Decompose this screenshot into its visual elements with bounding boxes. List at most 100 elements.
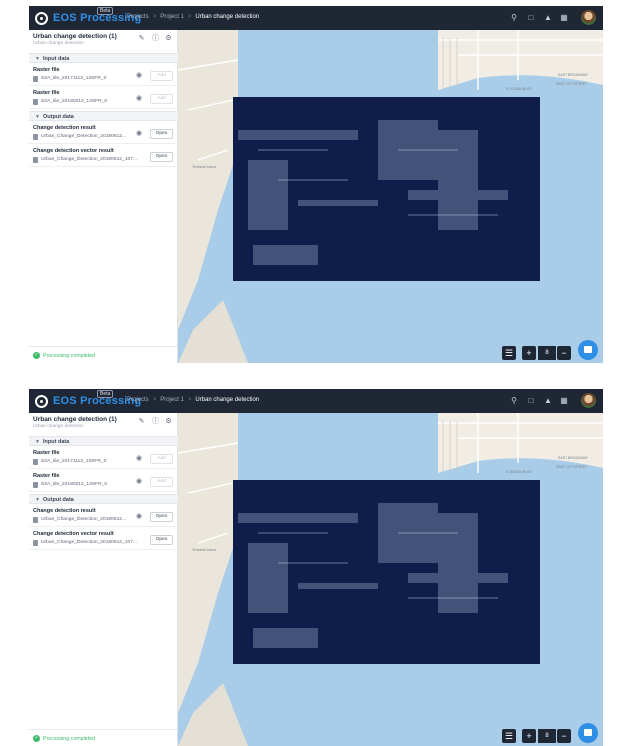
section-label: Output data bbox=[43, 114, 74, 120]
chevron-down-icon: ▼ bbox=[35, 497, 40, 503]
file-name: Urban_Change_Detection_20180612... bbox=[41, 134, 127, 139]
eye-icon[interactable]: ◉ bbox=[136, 95, 142, 102]
file-name: Urban_Change_Detection_20180612... bbox=[41, 517, 127, 522]
eye-icon[interactable]: ◉ bbox=[136, 72, 142, 79]
bell-icon[interactable]: ▲ bbox=[543, 396, 553, 406]
open-button[interactable]: Open bbox=[150, 512, 173, 522]
chevron-down-icon: ▼ bbox=[35, 439, 40, 445]
breadcrumb-projects[interactable]: Projects bbox=[127, 397, 149, 403]
page-subtitle: Urban change detection bbox=[33, 41, 84, 46]
file-name: Urban_Change_Detection_20180612_107... bbox=[41, 540, 137, 545]
list-item: Raster file S2A_tile_20180212_13SFR_0 ◉ … bbox=[29, 470, 178, 492]
screenshot-panel-top: EOS Processing Beta Projects > Project 1 > U… bbox=[29, 6, 603, 363]
map-view[interactable]: Terminal Island EAST BROADWAY EAST 1ST S… bbox=[178, 30, 603, 363]
avatar[interactable] bbox=[581, 393, 596, 408]
list-item: Raster file S2A_tile_20180212_13SFR_0 ◉ … bbox=[29, 87, 178, 109]
zoom-out-icon[interactable]: − bbox=[557, 729, 571, 743]
output-data-section[interactable]: ▼ Output data bbox=[29, 111, 178, 121]
beta-badge: Beta bbox=[97, 390, 114, 398]
zoom-out-icon[interactable]: − bbox=[557, 346, 571, 360]
input-data-section[interactable]: ▼ Input data bbox=[29, 53, 178, 63]
eye-icon[interactable]: ◉ bbox=[136, 455, 142, 462]
logo-icon[interactable] bbox=[35, 395, 48, 408]
info-icon[interactable]: ⓘ bbox=[151, 34, 160, 43]
map-label-ocean-blvd: E OCEAN BLVD bbox=[506, 470, 532, 474]
bell-icon[interactable]: ▲ bbox=[543, 13, 553, 23]
add-button[interactable]: Add bbox=[150, 477, 173, 487]
status-bar: ✓ Processing completed bbox=[29, 346, 178, 363]
chat-icon[interactable] bbox=[578, 340, 598, 360]
breadcrumb-separator: > bbox=[152, 397, 157, 403]
map-label-ocean-blvd: E OCEAN BLVD bbox=[506, 87, 532, 91]
breadcrumb-projects[interactable]: Projects bbox=[127, 14, 149, 20]
file-icon bbox=[33, 517, 38, 523]
row-label: Change detection result bbox=[33, 125, 96, 131]
map-canvas[interactable] bbox=[178, 30, 603, 363]
row-label: Raster file bbox=[33, 67, 60, 73]
layers-icon[interactable]: ☰ bbox=[502, 346, 516, 360]
file-icon bbox=[33, 99, 38, 105]
breadcrumb-current: Urban change detection bbox=[195, 397, 260, 403]
map-view[interactable]: Terminal Island EAST BROADWAY EAST 1ST S… bbox=[178, 413, 603, 746]
map-label-terminal-island: Terminal Island bbox=[192, 548, 216, 552]
zoom-level: 8 bbox=[538, 729, 556, 743]
breadcrumb: Projects > Project 1 > Urban change detectio… bbox=[127, 397, 259, 403]
input-data-section[interactable]: ▼ Input data bbox=[29, 436, 178, 446]
row-label: Raster file bbox=[33, 450, 60, 456]
edit-icon[interactable]: ✎ bbox=[137, 34, 146, 43]
open-button[interactable]: Open bbox=[150, 152, 173, 162]
file-icon bbox=[33, 157, 38, 163]
check-circle-icon: ✓ bbox=[33, 352, 40, 359]
open-button[interactable]: Open bbox=[150, 535, 173, 545]
map-label-terminal-island: Terminal Island bbox=[192, 165, 216, 169]
list-item: Raster file S2A_tile_20171113_13SFR_0 ◉ … bbox=[29, 447, 178, 469]
logo-icon[interactable] bbox=[35, 12, 48, 25]
zoom-level: 8 bbox=[538, 346, 556, 360]
check-circle-icon: ✓ bbox=[33, 735, 40, 742]
eye-icon[interactable]: ◉ bbox=[136, 513, 142, 520]
map-canvas[interactable] bbox=[178, 413, 603, 746]
add-button[interactable]: Add bbox=[150, 454, 173, 464]
zoom-in-icon[interactable]: + bbox=[522, 346, 536, 360]
info-icon[interactable]: ⓘ bbox=[151, 417, 160, 426]
breadcrumb: Projects > Project 1 > Urban change detectio… bbox=[127, 14, 259, 20]
status-text: Processing completed bbox=[43, 736, 96, 742]
map-label-1st-street: EAST 1ST STREET bbox=[556, 82, 588, 86]
beta-badge: Beta bbox=[97, 7, 114, 15]
search-icon[interactable]: ⚲ bbox=[509, 13, 519, 23]
list-item: Change detection vector result Urban_Cha… bbox=[29, 145, 178, 167]
add-button[interactable]: Add bbox=[150, 71, 173, 81]
page-title: Urban change detection (1) bbox=[33, 33, 117, 40]
edit-icon[interactable]: ✎ bbox=[137, 417, 146, 426]
fullscreen-icon[interactable]: □ bbox=[526, 396, 536, 406]
file-icon bbox=[33, 459, 38, 465]
row-label: Raster file bbox=[33, 90, 60, 96]
output-data-section[interactable]: ▼ Output data bbox=[29, 494, 178, 504]
page-title: Urban change detection (1) bbox=[33, 416, 117, 423]
list-item: Change detection vector result Urban_Cha… bbox=[29, 528, 178, 550]
search-icon[interactable]: ⚲ bbox=[509, 396, 519, 406]
avatar[interactable] bbox=[581, 10, 596, 25]
settings-icon[interactable]: ⚙ bbox=[164, 34, 173, 43]
breadcrumb-project[interactable]: Project 1 bbox=[160, 14, 184, 20]
apps-grid-icon[interactable]: ▦ bbox=[559, 396, 569, 406]
eye-icon[interactable]: ◉ bbox=[136, 478, 142, 485]
map-label-broadway: EAST BROADWAY bbox=[558, 73, 589, 77]
settings-icon[interactable]: ⚙ bbox=[164, 417, 173, 426]
breadcrumb-project[interactable]: Project 1 bbox=[160, 397, 184, 403]
file-icon bbox=[33, 134, 38, 140]
fullscreen-icon[interactable]: □ bbox=[526, 13, 536, 23]
file-icon bbox=[33, 76, 38, 82]
layers-icon[interactable]: ☰ bbox=[502, 729, 516, 743]
chat-icon[interactable] bbox=[578, 723, 598, 743]
list-item: Change detection result Urban_Change_Det… bbox=[29, 122, 178, 144]
apps-grid-icon[interactable]: ▦ bbox=[559, 13, 569, 23]
eye-icon[interactable]: ◉ bbox=[136, 130, 142, 137]
open-button[interactable]: Open bbox=[150, 129, 173, 139]
sidebar-panel: Urban change detection (1) Urban change … bbox=[29, 413, 178, 746]
file-name: Urban_Change_Detection_20180612_107... bbox=[41, 157, 137, 162]
row-label: Change detection vector result bbox=[33, 148, 114, 154]
zoom-in-icon[interactable]: + bbox=[522, 729, 536, 743]
add-button[interactable]: Add bbox=[150, 94, 173, 104]
sidebar-panel: Urban change detection (1) Urban change … bbox=[29, 30, 178, 363]
